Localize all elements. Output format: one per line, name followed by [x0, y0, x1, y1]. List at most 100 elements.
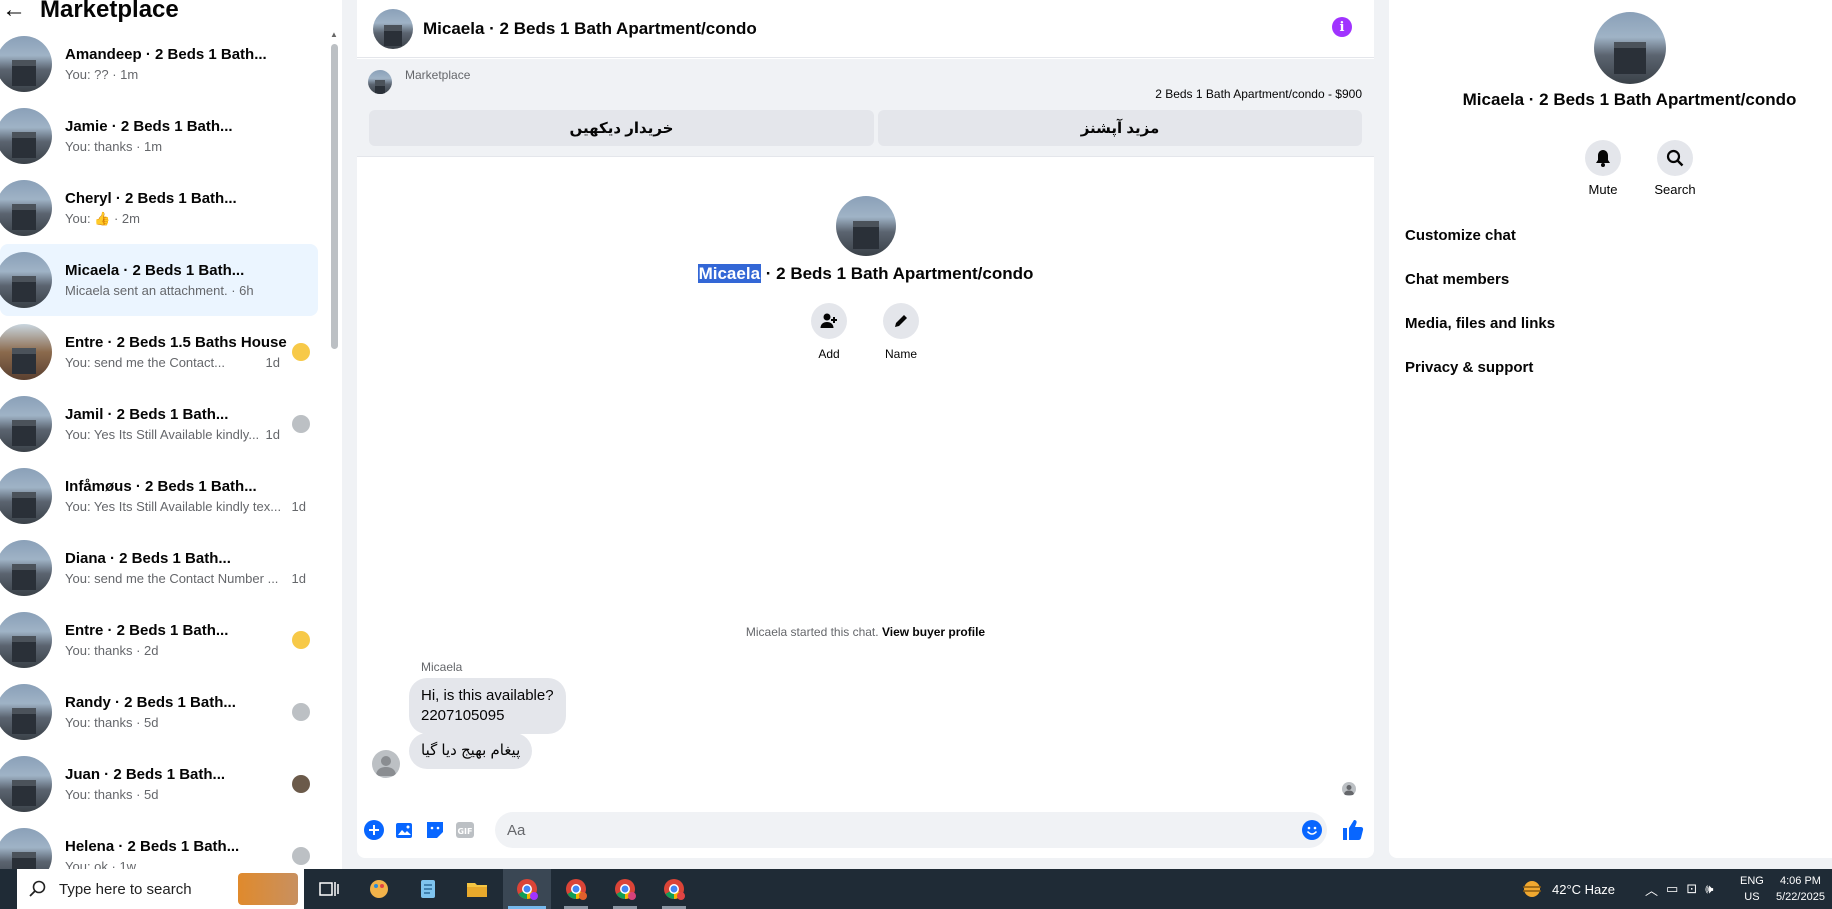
more-options-button[interactable]: مزید آپشنز [878, 110, 1362, 146]
conversation-preview: You: thanks · 2d [65, 643, 159, 658]
emoji-badge-icon [292, 631, 310, 649]
avatar [0, 108, 52, 164]
avatar [0, 324, 52, 380]
conversation-item[interactable]: Cheryl · 2 Beds 1 Bath... You: 👍 · 2m [0, 172, 318, 244]
sidebar-header: ← Marketplace [0, 0, 179, 28]
avatar[interactable] [373, 8, 413, 49]
weather-text: 42°C Haze [1552, 881, 1616, 897]
listing-title[interactable]: 2 Beds 1 Bath Apartment/condo - $900 [1155, 87, 1362, 101]
avatar [0, 612, 52, 668]
avatar [0, 828, 52, 869]
conversation-name: Cheryl · 2 Beds 1 Bath... [65, 189, 237, 207]
network-icon[interactable]: ⊡ [1686, 881, 1697, 897]
chrome-profile-2-icon[interactable] [564, 877, 588, 901]
photo-icon[interactable] [395, 820, 415, 840]
avatar [0, 756, 52, 812]
gif-icon[interactable]: GIF [455, 820, 475, 840]
info-icon[interactable]: i [1332, 17, 1352, 37]
file-explorer-icon[interactable] [465, 877, 489, 901]
paint-app-icon[interactable] [367, 877, 391, 901]
task-view-icon[interactable] [317, 877, 341, 901]
edit-name-button[interactable]: Name [876, 303, 926, 361]
scrollbar-thumb[interactable] [331, 44, 338, 349]
conversation-preview: You: ?? · 1m [65, 67, 139, 82]
message-bubble[interactable]: پیغام بھیج دیا گیا [409, 733, 533, 769]
region-code: US [1744, 891, 1760, 903]
notepad-app-icon[interactable] [416, 877, 440, 901]
conversation-item[interactable]: Randy · 2 Beds 1 Bath... You: thanks · 5d [0, 676, 318, 748]
photo-badge-icon [292, 775, 310, 793]
avatar [0, 468, 52, 524]
message-bubble[interactable]: Hi, is this available? 2207105095 [409, 678, 566, 734]
conversation-item[interactable]: Entre · 2 Beds 1.5 Baths House You: send … [0, 316, 318, 388]
avatar [0, 36, 52, 92]
menu-media-files-links[interactable]: Media, files and links [1405, 315, 1555, 332]
clock[interactable]: 4:06 PM 5/22/2025 [1776, 869, 1825, 909]
add-person-icon [811, 303, 847, 339]
messenger-app: ← Marketplace Amandeep · 2 Beds 1 Bath..… [0, 0, 1832, 869]
sidebar-scrollbar[interactable]: ▲ [329, 28, 339, 869]
marketplace-banner: Marketplace 2 Beds 1 Bath Apartment/cond… [357, 59, 1374, 157]
chrome-profile-3-icon[interactable] [613, 877, 637, 901]
message-line: پیغام بھیج دیا گیا [421, 742, 521, 759]
volume-icon[interactable]: 🕪 [1705, 881, 1713, 897]
taskbar-search-placeholder: Type here to search [59, 880, 192, 898]
menu-privacy-support[interactable]: Privacy & support [1405, 359, 1533, 376]
bell-icon [1585, 140, 1621, 176]
add-people-button[interactable]: Add [804, 303, 854, 361]
taskbar-search[interactable]: Type here to search [17, 869, 304, 909]
meet-now-icon[interactable]: ▭ [1666, 881, 1678, 897]
person-badge-icon [292, 703, 310, 721]
emoji-icon[interactable] [1302, 820, 1322, 840]
message-line: 2207105095 [421, 707, 505, 724]
language-indicator[interactable]: ENG US [1740, 869, 1764, 909]
menu-chat-members[interactable]: Chat members [1405, 271, 1509, 288]
search-button[interactable]: Search [1645, 140, 1705, 197]
conversation-item[interactable]: Juan · 2 Beds 1 Bath... You: thanks · 5d [0, 748, 318, 820]
view-buyer-profile-link[interactable]: View buyer profile [882, 625, 985, 639]
conversation-name: Diana · 2 Beds 1 Bath... [65, 550, 231, 567]
conversation-name: Jamie · 2 Beds 1 Bath... [65, 118, 233, 135]
conversation-name: Helena · 2 Beds 1 Bath... [65, 838, 240, 855]
message-line: Hi, is this available? [421, 687, 554, 704]
avatar [0, 540, 52, 596]
view-buyer-button[interactable]: خریدار دیکھیں [369, 110, 874, 146]
back-arrow-icon[interactable]: ← [2, 0, 26, 22]
sidebar-title: Marketplace [40, 0, 179, 23]
conversation-item[interactable]: Jamie · 2 Beds 1 Bath... You: thanks · 1m [0, 100, 318, 172]
search-highlight-icon [238, 873, 298, 905]
conversation-info-panel: Micaela · 2 Beds 1 Bath Apartment/condo … [1389, 0, 1832, 858]
listing-thumbnail[interactable] [368, 70, 392, 94]
conversation-item[interactable]: Jamil · 2 Beds 1 Bath... You: Yes Its Sti… [0, 388, 318, 460]
menu-customize-chat[interactable]: Customize chat [1405, 227, 1516, 244]
conversation-name: Entre · 2 Beds 1.5 Baths House [65, 334, 287, 351]
sticker-icon[interactable] [425, 820, 445, 840]
conversation-item[interactable]: Entre · 2 Beds 1 Bath... You: thanks · 2d [0, 604, 318, 676]
avatar [0, 180, 52, 236]
chrome-profile-4-icon[interactable] [662, 877, 686, 901]
chat-title[interactable]: Micaela · 2 Beds 1 Bath Apartment/condo [423, 19, 757, 39]
message-input[interactable] [495, 812, 1327, 848]
profile-avatar [1594, 12, 1666, 84]
conversation-item[interactable]: Diana · 2 Beds 1 Bath... You: send me the… [0, 532, 318, 604]
chevron-up-icon[interactable]: ︿ [1645, 880, 1658, 899]
conversation-name: Randy · 2 Beds 1 Bath... [65, 694, 236, 711]
conversation-item[interactable]: Helena · 2 Beds 1 Bath... You: ok · 1w [0, 820, 318, 869]
thumbs-up-icon[interactable] [1342, 819, 1364, 841]
plus-circle-icon[interactable] [364, 820, 384, 840]
conversation-name: Infåmøus · 2 Beds 1 Bath... [65, 478, 257, 495]
mute-button[interactable]: Mute [1573, 140, 1633, 197]
conversation-preview: You: ok · 1w [65, 859, 137, 869]
conversation-item-active[interactable]: Micaela · 2 Beds 1 Bath... Micaela sent a… [0, 244, 318, 316]
conversation-item[interactable]: Infåmøus · 2 Beds 1 Bath... You: Yes Its … [0, 460, 318, 532]
chrome-profile-1-icon[interactable] [515, 877, 539, 901]
scroll-up-icon[interactable]: ▲ [330, 30, 338, 39]
weather-widget[interactable]: 42°C Haze [1520, 869, 1615, 909]
search-label: Search [1654, 182, 1696, 197]
conversation-name: Micaela · 2 Beds 1 Bath... [65, 262, 245, 279]
sender-avatar[interactable] [372, 750, 400, 778]
search-icon [1657, 140, 1693, 176]
selected-name-text: Micaela [697, 264, 762, 283]
conversation-item[interactable]: Amandeep · 2 Beds 1 Bath... You: ?? · 1m [0, 28, 318, 100]
intro-avatar [836, 196, 896, 256]
